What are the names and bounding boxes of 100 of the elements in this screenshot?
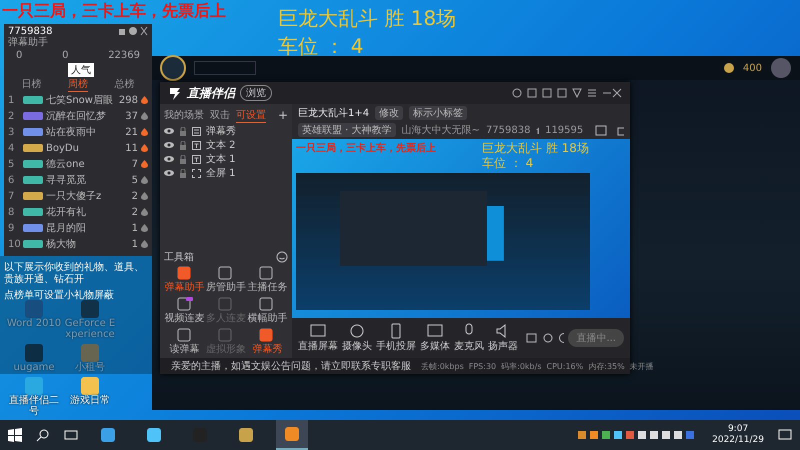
overlay-seat: 车位 ： 4 xyxy=(278,32,456,60)
app-logo: 直播伴侣 xyxy=(187,84,235,102)
tool-button[interactable]: 房管助手 xyxy=(205,266,247,294)
viewer-name: 昆月的阳 xyxy=(46,222,87,235)
rank-number: 5 xyxy=(8,158,16,170)
source-name[interactable]: 文本 2 xyxy=(206,138,236,152)
scene-tab[interactable]: 我的场景 xyxy=(164,108,204,122)
toolbar-icons-drawing[interactable] xyxy=(595,124,624,136)
tool-icon xyxy=(218,266,234,280)
coin-icon xyxy=(722,62,735,74)
gift-count: 2 xyxy=(132,206,138,218)
gift-count: 7 xyxy=(132,158,138,170)
app-icon xyxy=(100,427,116,443)
tool-button[interactable]: 主播任务 xyxy=(246,266,288,294)
source-name[interactable]: 弹幕秀 xyxy=(206,124,236,138)
scene-tab[interactable]: 双击 xyxy=(210,108,230,122)
eye-icon[interactable] xyxy=(164,127,174,135)
eye-icon[interactable] xyxy=(164,155,174,163)
gift-count: 1 xyxy=(132,222,138,234)
start-icon[interactable] xyxy=(8,428,22,442)
tool-button[interactable]: 横幅助手 xyxy=(246,297,288,325)
tool-icon xyxy=(259,328,276,342)
lock-icon[interactable] xyxy=(179,126,187,136)
notification-icon[interactable] xyxy=(778,428,792,442)
clock-time[interactable]: 9:07 xyxy=(728,424,748,435)
tool-icon xyxy=(176,328,193,342)
window-controls-icon[interactable] xyxy=(512,88,622,98)
gift-count: 5 xyxy=(132,174,138,186)
source-button[interactable]: 手机投屏 xyxy=(376,323,416,353)
settings-icons-drawing[interactable] xyxy=(526,332,564,344)
rank-tab[interactable]: 周榜 xyxy=(68,77,88,92)
popularity-tooltip: 人气 xyxy=(68,63,94,77)
viewer-name: 沉醉在回忆梦 xyxy=(46,110,107,123)
scene-tab[interactable]: 可设置 xyxy=(236,108,266,122)
text-source-icon xyxy=(192,140,201,150)
bird-logo-icon xyxy=(168,86,182,100)
tool-icon xyxy=(259,297,276,311)
label-button[interactable]: 标示小标签 xyxy=(409,106,468,120)
category-button[interactable]: 英雄联盟 · 大神教学 xyxy=(298,123,396,137)
shortcut-label: 直播伴侣二号 xyxy=(8,395,60,417)
tool-icon xyxy=(259,266,276,280)
shortcut-label: uugame xyxy=(13,362,55,373)
notice-text: 点榜单可设置小礼物屏蔽 xyxy=(4,290,115,302)
stat-value: 0 xyxy=(16,50,22,61)
overlay-title: 巨龙大乱斗 胜 18场 xyxy=(482,141,589,156)
search-icon[interactable] xyxy=(36,428,50,442)
task-view-icon[interactable] xyxy=(64,428,78,442)
lock-icon[interactable] xyxy=(179,168,187,178)
source-button[interactable]: 麦克风 xyxy=(454,323,484,353)
edit-button[interactable]: 修改 xyxy=(375,106,404,120)
window-controls-icon[interactable] xyxy=(118,26,148,36)
lock-icon[interactable] xyxy=(179,140,187,150)
clock-date[interactable]: 2022/11/29 xyxy=(712,435,764,446)
smile-icon[interactable] xyxy=(276,251,288,263)
status-stat: 码率:0kb/s xyxy=(501,360,542,372)
rank-number: 9 xyxy=(8,222,16,234)
lock-icon[interactable] xyxy=(179,154,187,164)
avatar-icon[interactable] xyxy=(770,57,792,79)
shortcut-label: Word 2010 xyxy=(6,318,62,329)
panel-title: 弹幕助手 xyxy=(8,37,49,48)
shortcut-label: GeForce Experience xyxy=(64,318,116,340)
tool-button[interactable]: 弹幕助手 xyxy=(164,266,206,294)
stat-value: 22369 xyxy=(108,50,140,61)
source-button[interactable]: 多媒体 xyxy=(420,323,450,353)
control-icon xyxy=(427,323,443,339)
overlay-seat: 车位 ： 4 xyxy=(482,156,589,171)
rank-number: 3 xyxy=(8,126,16,138)
notice-text: 亲爱的主播，如遇文娱公告问题，请立即联系专职客服 xyxy=(171,360,411,373)
room-id: 7759838 xyxy=(8,26,53,37)
rank-tab[interactable]: 总榜 xyxy=(114,77,135,92)
eye-icon[interactable] xyxy=(164,169,174,177)
fullscreen-source-icon xyxy=(192,168,201,178)
toolbox-title: 工具箱 xyxy=(164,251,194,264)
rank-number: 2 xyxy=(8,110,16,122)
eye-icon[interactable] xyxy=(164,141,174,149)
app-icon xyxy=(238,427,254,443)
rank-tab[interactable]: 日榜 xyxy=(21,77,42,92)
source-button[interactable]: 摄像头 xyxy=(342,323,372,353)
tool-icon xyxy=(218,297,234,311)
source-name[interactable]: 全屏 1 xyxy=(206,166,236,180)
status-stat: 内存:35% xyxy=(588,360,625,372)
tool-button[interactable]: 弹幕秀 xyxy=(246,328,288,356)
source-button[interactable]: 扬声器 xyxy=(488,323,518,353)
status-stat: CPU:16% xyxy=(546,362,584,370)
stat-value: 0 xyxy=(62,50,68,61)
shortcut-label: 游戏日常 xyxy=(70,395,110,406)
add-button[interactable]: + xyxy=(278,108,288,122)
tool-button[interactable]: 视频连麦 xyxy=(164,297,206,325)
gift-count: 21 xyxy=(125,126,138,138)
rank-number: 4 xyxy=(8,142,16,154)
taskbar-app-button[interactable] xyxy=(276,420,308,450)
rank-number: 6 xyxy=(8,174,16,186)
version-button[interactable]: 浏览 xyxy=(240,85,272,101)
source-button[interactable]: 直播屏幕 xyxy=(298,323,338,353)
app-icon xyxy=(284,426,300,442)
room-id: 7759838 xyxy=(486,124,530,136)
gift-count: 1 xyxy=(132,238,138,250)
tool-button[interactable]: 读弹幕 xyxy=(164,328,206,356)
source-name[interactable]: 文本 1 xyxy=(206,152,236,166)
gift-count: 2 xyxy=(132,190,138,202)
